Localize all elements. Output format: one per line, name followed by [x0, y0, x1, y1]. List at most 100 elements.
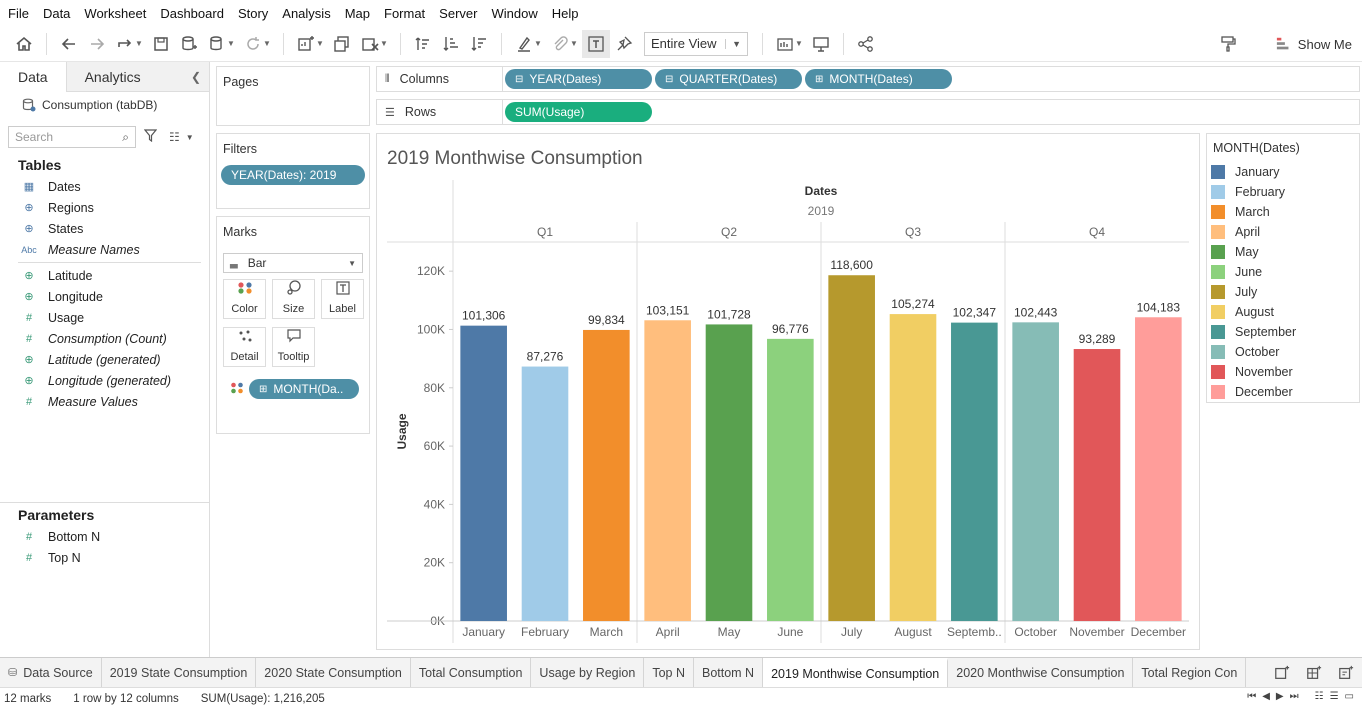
legend-item-july[interactable]: July	[1207, 282, 1359, 302]
first-sheet-icon[interactable]: ⏮	[1247, 691, 1256, 702]
sort-ascending-button[interactable]	[437, 30, 465, 58]
filmstrip-icon[interactable]: ☰	[1330, 691, 1339, 702]
legend-item-january[interactable]: January	[1207, 162, 1359, 182]
new-dashboard-button[interactable]	[1298, 659, 1330, 687]
menu-server[interactable]: Server	[435, 6, 481, 21]
sheet-sorter-icon[interactable]: ☷	[1315, 691, 1324, 702]
tooltip-button[interactable]: Tooltip	[272, 327, 315, 367]
redirect-button[interactable]	[111, 30, 139, 58]
chevron-down-icon[interactable]: ▼	[186, 133, 194, 142]
field-longitude[interactable]: ⊕ Longitude	[0, 286, 209, 307]
menu-file[interactable]: File	[4, 6, 33, 21]
prev-sheet-icon[interactable]: ◀	[1262, 691, 1270, 702]
filter-icon[interactable]	[143, 129, 158, 145]
legend-item-february[interactable]: February	[1207, 182, 1359, 202]
menu-worksheet[interactable]: Worksheet	[80, 6, 150, 21]
pause-updates-button[interactable]	[203, 30, 231, 58]
parameter-bottom-n[interactable]: # Bottom N	[0, 526, 209, 547]
size-button[interactable]: Size	[272, 279, 315, 319]
field-states[interactable]: ⊕ States	[0, 218, 209, 239]
column-pill-quarter[interactable]: ⊟ QUARTER(Dates)	[655, 69, 802, 89]
legend-item-december[interactable]: December	[1207, 382, 1359, 402]
undo-button[interactable]	[55, 30, 83, 58]
column-pill-year[interactable]: ⊟ YEAR(Dates)	[505, 69, 652, 89]
field-consumption-count[interactable]: # Consumption (Count)	[0, 328, 209, 349]
show-cards-button[interactable]	[771, 30, 799, 58]
field-measure-names[interactable]: Abc Measure Names	[0, 239, 209, 260]
legend-item-april[interactable]: April	[1207, 222, 1359, 242]
menu-analysis[interactable]: Analysis	[278, 6, 334, 21]
color-pill-month[interactable]: ⊞ MONTH(Da..	[249, 379, 359, 399]
format-painter-button[interactable]	[1214, 30, 1242, 58]
sheet-tab-usage-by-region[interactable]: Usage by Region	[531, 658, 645, 687]
show-mark-labels-button[interactable]	[582, 29, 610, 58]
menu-data[interactable]: Data	[39, 6, 74, 21]
new-worksheet-button[interactable]	[292, 30, 320, 58]
last-sheet-icon[interactable]: ⏭	[1290, 691, 1299, 702]
new-worksheet-tab-button[interactable]	[1266, 659, 1298, 687]
show-me-button[interactable]: Show Me	[1276, 30, 1352, 58]
detail-button[interactable]: Detail	[223, 327, 266, 367]
sheet-tab-2019-monthwise-consumption[interactable]: 2019 Monthwise Consumption	[763, 658, 949, 687]
legend-item-may[interactable]: May	[1207, 242, 1359, 262]
menu-window[interactable]: Window	[487, 6, 541, 21]
field-longitude-generated[interactable]: ⊕ Longitude (generated)	[0, 370, 209, 391]
tab-data[interactable]: Data	[0, 62, 66, 92]
highlight-button[interactable]	[510, 30, 538, 58]
menu-map[interactable]: Map	[341, 6, 374, 21]
pages-card[interactable]: Pages	[216, 66, 370, 126]
menu-format[interactable]: Format	[380, 6, 429, 21]
mark-type-select[interactable]: ▃ Bar ▼	[223, 253, 363, 273]
sheet-tab-top-n[interactable]: Top N	[644, 658, 694, 687]
search-box[interactable]: ⌕	[8, 126, 136, 148]
tabs-icon[interactable]: ▭	[1345, 691, 1354, 702]
filters-card[interactable]: Filters YEAR(Dates): 2019	[216, 133, 370, 209]
search-input[interactable]	[15, 130, 110, 144]
fix-axes-button[interactable]	[610, 30, 638, 58]
sheet-tab-2019-state-consumption[interactable]: 2019 State Consumption	[102, 658, 257, 687]
sheet-tab-bottom-n[interactable]: Bottom N	[694, 658, 764, 687]
duplicate-button[interactable]	[328, 30, 356, 58]
menu-story[interactable]: Story	[234, 6, 272, 21]
view-mode-select[interactable]: Entire View ▼	[644, 31, 748, 56]
field-dates[interactable]: ▦ Dates	[0, 176, 209, 197]
new-datasource-button[interactable]	[175, 30, 203, 58]
refresh-button[interactable]	[239, 30, 267, 58]
rows-shelf[interactable]: ☰ Rows SUM(Usage)	[376, 99, 1360, 125]
sheet-tab-total-consumption[interactable]: Total Consumption	[411, 658, 532, 687]
legend-item-november[interactable]: November	[1207, 362, 1359, 382]
field-usage[interactable]: # Usage	[0, 307, 209, 328]
next-sheet-icon[interactable]: ▶	[1276, 691, 1284, 702]
clear-sheet-button[interactable]	[356, 30, 384, 58]
column-pill-month[interactable]: ⊞ MONTH(Dates)	[805, 69, 952, 89]
legend-item-september[interactable]: September	[1207, 322, 1359, 342]
save-button[interactable]	[147, 30, 175, 58]
field-latitude[interactable]: ⊕ Latitude	[0, 265, 209, 286]
tab-analytics[interactable]: Analytics	[65, 62, 209, 92]
sheet-tab-total-region-con[interactable]: Total Region Con	[1133, 658, 1247, 687]
swap-button[interactable]	[409, 30, 437, 58]
view-list-icon[interactable]: ☷	[169, 130, 180, 144]
parameter-top-n[interactable]: # Top N	[0, 547, 209, 568]
presentation-mode-button[interactable]	[807, 30, 835, 58]
tab-data-source[interactable]: ⛁ Data Source	[0, 658, 102, 687]
legend-item-august[interactable]: August	[1207, 302, 1359, 322]
row-pill-usage[interactable]: SUM(Usage)	[505, 102, 652, 122]
group-members-button[interactable]	[546, 30, 574, 58]
sheet-tab-2020-state-consumption[interactable]: 2020 State Consumption	[256, 658, 411, 687]
new-story-button[interactable]	[1330, 659, 1362, 687]
field-regions[interactable]: ⊕ Regions	[0, 197, 209, 218]
menu-dashboard[interactable]: Dashboard	[156, 6, 228, 21]
menu-help[interactable]: Help	[548, 6, 583, 21]
legend-item-june[interactable]: June	[1207, 262, 1359, 282]
legend-item-march[interactable]: March	[1207, 202, 1359, 222]
sort-descending-button[interactable]	[465, 30, 493, 58]
field-measure-values[interactable]: # Measure Values	[0, 391, 209, 412]
field-latitude-generated[interactable]: ⊕ Latitude (generated)	[0, 349, 209, 370]
filter-pill-year[interactable]: YEAR(Dates): 2019	[221, 165, 365, 185]
home-button[interactable]	[10, 30, 38, 58]
collapse-icon[interactable]: ❮	[191, 70, 201, 84]
color-button[interactable]: Color	[223, 279, 266, 319]
legend-item-october[interactable]: October	[1207, 342, 1359, 362]
share-button[interactable]	[852, 30, 880, 58]
